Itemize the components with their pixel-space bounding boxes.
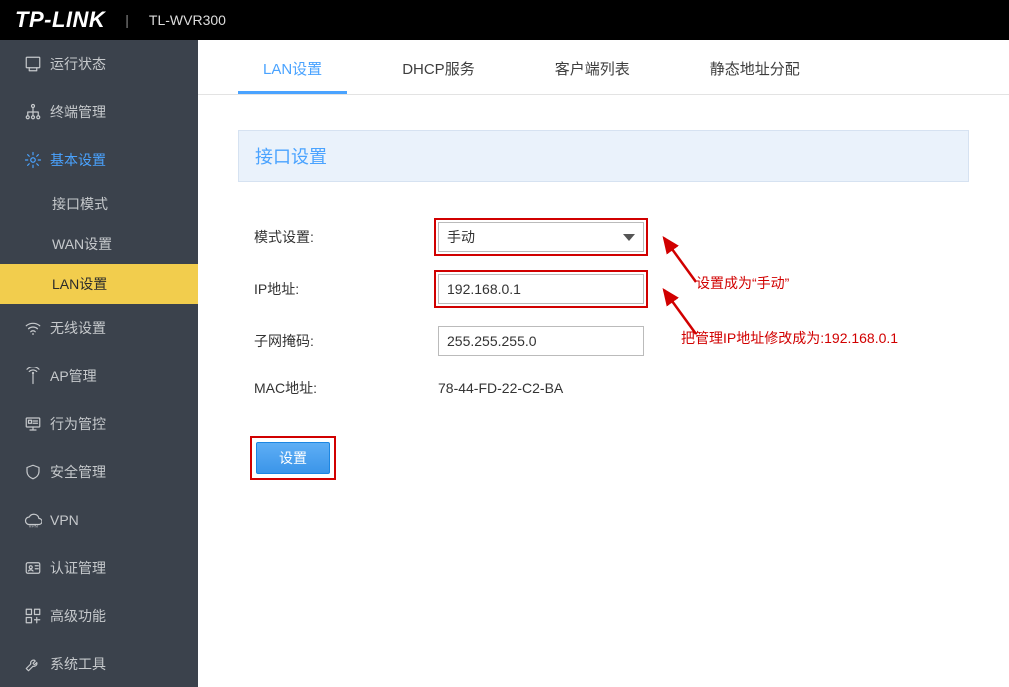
sidebar-item-security[interactable]: 安全管理	[0, 448, 198, 496]
sidebar-item-label: 高级功能	[50, 606, 106, 626]
sidebar-item-advance[interactable]: 高级功能	[0, 592, 198, 640]
header-separator: |	[125, 12, 129, 28]
sidebar-item-status[interactable]: 运行状态	[0, 40, 198, 88]
row-ip: IP地址:	[254, 274, 969, 304]
monitor-icon	[20, 415, 46, 433]
label-mask: 子网掩码:	[254, 331, 438, 351]
tab-label: LAN设置	[263, 61, 322, 78]
sidebar-subitem-portmode[interactable]: 接口模式	[0, 184, 198, 224]
sidebar-item-label: AP管理	[50, 366, 97, 386]
model-name: TL-WVR300	[149, 12, 226, 28]
row-mask: 子网掩码:	[254, 326, 969, 356]
sidebar-item-ap[interactable]: AP管理	[0, 352, 198, 400]
sidebar-item-behavior[interactable]: 行为管控	[0, 400, 198, 448]
gear-icon	[20, 151, 46, 169]
tab-label: DHCP服务	[402, 61, 475, 78]
sidebar-item-label: 安全管理	[50, 462, 106, 482]
ip-input[interactable]	[438, 274, 644, 304]
mask-input[interactable]	[438, 326, 644, 356]
form-area: 模式设置: 手动 IP地址: 子网掩码: MAC地址: 78-44-FD-22-…	[198, 182, 1009, 476]
wrench-icon	[20, 655, 46, 673]
label-mode: 模式设置:	[254, 227, 438, 247]
panel-title: 接口设置	[238, 130, 969, 182]
sidebar-subitem-label: 接口模式	[52, 194, 108, 214]
sidebar-item-system[interactable]: 系统工具	[0, 640, 198, 687]
sidebar-subitem-label: LAN设置	[52, 274, 107, 294]
tab-3[interactable]: 静态地址分配	[685, 43, 825, 94]
brand-logo: TP-LINK	[15, 7, 105, 33]
mode-select[interactable]: 手动	[438, 222, 644, 252]
label-ip: IP地址:	[254, 279, 438, 299]
sidebar-item-label: 认证管理	[50, 558, 106, 578]
app-header: TP-LINK | TL-WVR300	[0, 0, 1009, 40]
cloud-icon: VPN	[20, 511, 46, 529]
mac-value: 78-44-FD-22-C2-BA	[438, 380, 563, 396]
sidebar-item-wireless[interactable]: 无线设置	[0, 304, 198, 352]
sidebar-subitem-label: WAN设置	[52, 234, 112, 254]
main-content: LAN设置 DHCP服务 客户端列表 静态地址分配 接口设置 模式设置: 手动 IP地…	[198, 40, 1009, 687]
submit-button[interactable]: 设置	[256, 442, 330, 474]
sidebar-item-label: 行为管控	[50, 414, 106, 434]
tab-label: 静态地址分配	[710, 61, 800, 78]
dashboard-icon	[20, 55, 46, 73]
tab-bar: LAN设置 DHCP服务 客户端列表 静态地址分配	[198, 40, 1009, 95]
network-icon	[20, 103, 46, 121]
sidebar-item-terminal[interactable]: 终端管理	[0, 88, 198, 136]
row-mode: 模式设置: 手动	[254, 222, 969, 252]
id-icon	[20, 559, 46, 577]
sidebar-item-auth[interactable]: 认证管理	[0, 544, 198, 592]
sidebar-item-vpn[interactable]: VPN VPN	[0, 496, 198, 544]
tab-0[interactable]: LAN设置	[238, 43, 347, 94]
chevron-down-icon	[623, 234, 635, 241]
mode-value: 手动	[447, 227, 475, 247]
sidebar-subitem-lan[interactable]: LAN设置	[0, 264, 198, 304]
grid-icon	[20, 607, 46, 625]
tab-2[interactable]: 客户端列表	[530, 43, 655, 94]
row-mac: MAC地址: 78-44-FD-22-C2-BA	[254, 378, 969, 398]
shield-icon	[20, 463, 46, 481]
sidebar-item-label: 系统工具	[50, 654, 106, 674]
antenna-icon	[20, 367, 46, 385]
sidebar-item-label: 基本设置	[50, 150, 106, 170]
sidebar-item-label: VPN	[50, 512, 79, 528]
svg-text:VPN: VPN	[29, 524, 38, 529]
sidebar-subitem-wan[interactable]: WAN设置	[0, 224, 198, 264]
sidebar: 运行状态终端管理基本设置接口模式 WAN设置 LAN设置无线设置 AP管理行为管控安全…	[0, 40, 198, 687]
sidebar-item-label: 无线设置	[50, 318, 106, 338]
wifi-icon	[20, 319, 46, 337]
sidebar-item-label: 运行状态	[50, 54, 106, 74]
label-mac: MAC地址:	[254, 378, 438, 398]
submit-button-outline: 设置	[254, 440, 332, 476]
sidebar-item-label: 终端管理	[50, 102, 106, 122]
sidebar-item-basic[interactable]: 基本设置	[0, 136, 198, 184]
tab-label: 客户端列表	[555, 61, 630, 78]
tab-1[interactable]: DHCP服务	[377, 43, 500, 94]
